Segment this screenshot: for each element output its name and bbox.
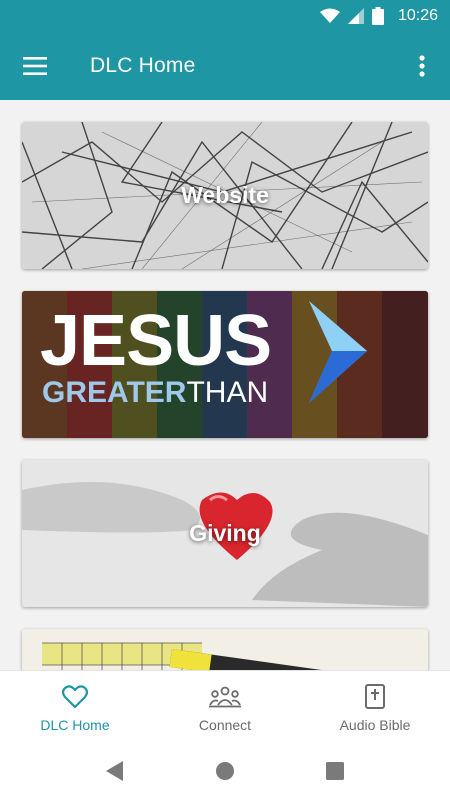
study-card[interactable] [22, 629, 428, 670]
notebook-pencil-image [22, 629, 428, 670]
greater-than-subtitle: GREATERTHAN [42, 377, 268, 409]
website-card[interactable]: Website [22, 122, 428, 269]
nav-item-connect[interactable]: Connect [150, 671, 300, 742]
nav-item-audio-bible[interactable]: Audio Bible [300, 671, 450, 742]
app-bar: DLC Home [0, 32, 450, 100]
app-title: DLC Home [90, 54, 196, 77]
cell-signal-icon [347, 8, 364, 24]
back-triangle-icon [106, 761, 123, 781]
screen: 10:26 DLC Home Website JESUS GREATERTHAN… [0, 0, 450, 800]
system-home-button[interactable] [201, 747, 249, 795]
status-clock: 10:26 [397, 7, 438, 24]
bottom-navigation: DLC Home Connect Audio Bible [0, 670, 450, 742]
giving-card[interactable]: Giving [22, 460, 428, 607]
hamburger-menu-icon [23, 57, 47, 75]
status-bar: 10:26 [0, 0, 450, 32]
sermon-series-card[interactable]: JESUS GREATERTHAN [22, 291, 428, 438]
nav-icon-wrapper [364, 683, 386, 711]
home-circle-icon [216, 762, 234, 780]
bible-icon [365, 684, 385, 709]
home-content: Website JESUS GREATERTHAN Giving [0, 100, 450, 670]
website-card-label: Website [181, 182, 269, 208]
wifi-icon [319, 8, 340, 23]
more-vert-icon [419, 55, 425, 77]
nav-label-connect: Connect [198, 717, 252, 733]
nav-label-audio-bible: Audio Bible [339, 717, 411, 733]
nav-item-dlc-home[interactable]: DLC Home [0, 671, 150, 742]
system-navigation-bar [0, 742, 450, 800]
nav-icon-wrapper [62, 683, 88, 711]
nav-label-dlc-home: DLC Home [40, 717, 110, 733]
heart-icon [62, 685, 88, 709]
menu-button[interactable] [0, 32, 70, 100]
greater-text: GREATER [42, 376, 187, 409]
recents-square-icon [326, 762, 344, 780]
battery-icon [371, 7, 384, 25]
more-options-button[interactable] [394, 32, 450, 100]
system-back-button[interactable] [91, 747, 139, 795]
than-text: THAN [186, 376, 269, 409]
system-recents-button[interactable] [311, 747, 359, 795]
nav-icon-wrapper [209, 683, 241, 711]
giving-card-label: Giving [189, 520, 261, 546]
people-icon [209, 686, 241, 708]
jesus-title: JESUS [40, 301, 272, 381]
